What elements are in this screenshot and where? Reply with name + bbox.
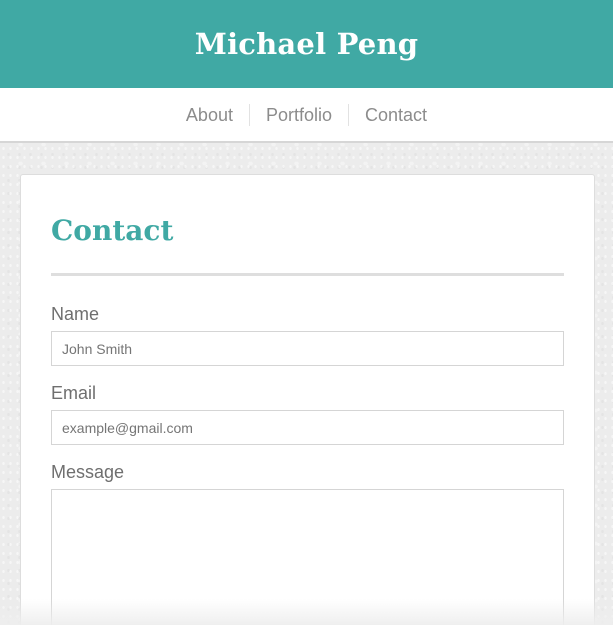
contact-form: Name Email Message [51, 303, 564, 625]
site-header: Michael Peng [0, 0, 613, 88]
email-input[interactable] [51, 410, 564, 445]
heading-divider [51, 273, 564, 276]
email-label: Email [51, 383, 97, 403]
message-label: Message [51, 462, 125, 482]
contact-card: Contact Name Email Message [20, 174, 595, 625]
site-title: Michael Peng [194, 27, 419, 61]
nav-link-portfolio[interactable]: Portfolio [248, 103, 348, 126]
message-textarea[interactable] [51, 489, 564, 625]
contact-heading: Contact [51, 214, 174, 247]
main-nav: About Portfolio Contact [0, 88, 613, 143]
name-input[interactable] [51, 331, 564, 366]
nav-link-about[interactable]: About [170, 104, 249, 126]
nav-link-contact[interactable]: Contact [348, 103, 443, 126]
name-label: Name [51, 304, 100, 324]
